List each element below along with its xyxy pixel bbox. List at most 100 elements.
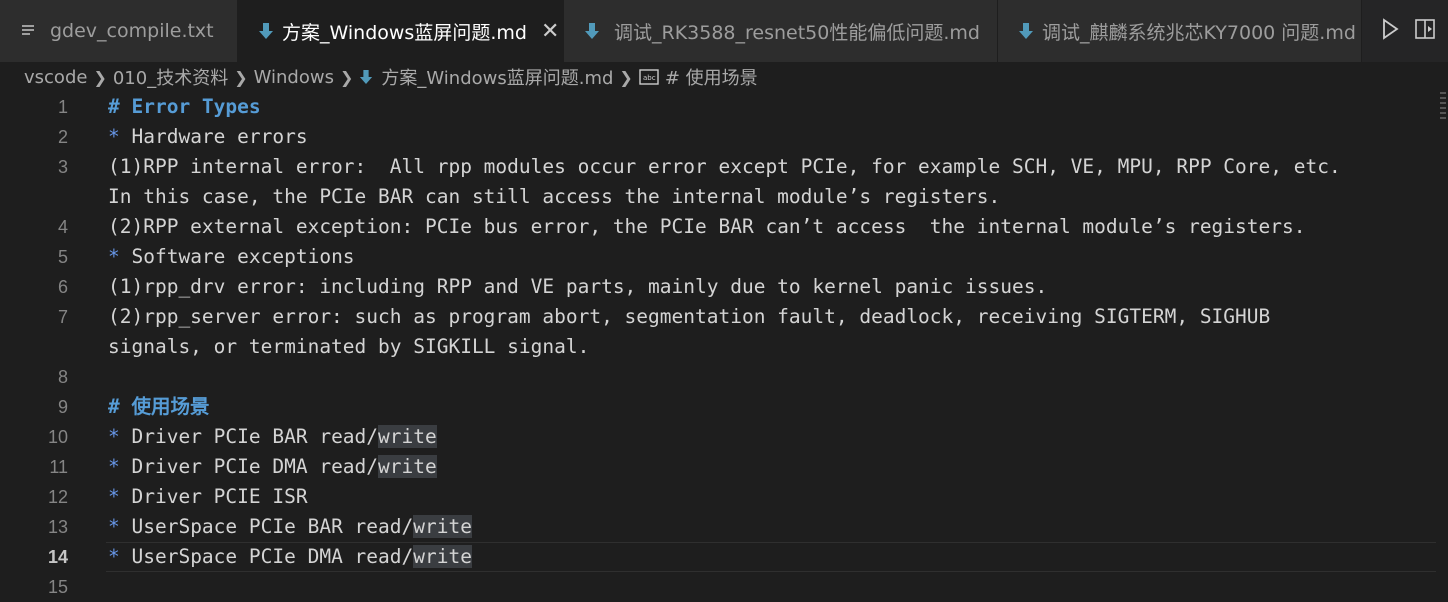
editor-actions (1366, 0, 1448, 62)
list-marker: * (108, 545, 120, 568)
word-highlight: write (413, 515, 472, 538)
code-line[interactable]: 6 (1)rpp_drv error: including RPP and VE … (0, 272, 1448, 302)
word-highlight: write (378, 425, 437, 448)
tab-rk3588[interactable]: 调试_RK3588_resnet50性能偏低问题.md (564, 0, 998, 62)
code-line[interactable]: 5 * Software exceptions (0, 242, 1448, 272)
code-line[interactable]: In this case, the PCIe BAR can still acc… (0, 182, 1448, 212)
markdown-down-arrow-icon (359, 69, 373, 85)
string-symbol-icon: abc (639, 69, 659, 85)
line-number: 8 (57, 367, 68, 387)
code-text: (1)rpp_drv error: including RPP and VE p… (108, 275, 1048, 298)
code-text: * Software exceptions (108, 242, 355, 272)
word-highlight: write (413, 545, 472, 568)
breadcrumb-file-label: 方案_Windows蓝屏问题.md (381, 68, 614, 89)
code-line[interactable]: 11 * Driver PCIe DMA read/write (0, 452, 1448, 482)
line-number: 7 (57, 307, 68, 327)
line-number (0, 332, 68, 362)
markdown-down-arrow-icon (584, 22, 606, 40)
list-item-text: Driver PCIe DMA read/ (119, 455, 379, 478)
editor[interactable]: 1 # Error Types 2 * Hardware errors 3 (1)RPP … (0, 92, 1448, 597)
code-text: In this case, the PCIe BAR can still acc… (108, 185, 1001, 208)
line-number: 12 (47, 487, 68, 507)
list-item-text: Software exceptions (119, 245, 355, 268)
line-number: 6 (57, 277, 68, 297)
line-number: 4 (57, 217, 68, 237)
code-text: * Driver PCIe BAR read/write (108, 422, 437, 452)
breadcrumb-item-symbol[interactable]: abc # 使用场景 (639, 64, 758, 90)
markdown-heading: # Error Types (108, 95, 261, 118)
line-number: 11 (49, 457, 68, 477)
code-line[interactable]: 9 # 使用场景 (0, 392, 1448, 422)
tab-label: gdev_compile.txt (50, 20, 214, 42)
breadcrumb: vscode ❯ 010_技术资料 ❯ Windows ❯ 方案_Windows… (0, 62, 1448, 92)
code-line[interactable]: 3 (1)RPP internal error: All rpp modules … (0, 152, 1448, 182)
chevron-right-icon: ❯ (339, 67, 354, 87)
scrollbar[interactable] (1440, 92, 1446, 122)
chevron-right-icon: ❯ (234, 67, 248, 87)
tab-bar: gdev_compile.txt 方案_Windows蓝屏问题.md ✕ 调试_… (0, 0, 1448, 62)
code-text: # Error Types (108, 92, 261, 122)
code-text: # 使用场景 (108, 392, 209, 422)
line-number (0, 182, 68, 212)
code-line[interactable]: 15 (0, 572, 1448, 602)
list-marker: * (108, 125, 120, 148)
code-line[interactable]: 7 (2)rpp_server error: such as program ab… (0, 302, 1448, 332)
list-marker: * (108, 485, 120, 508)
breadcrumb-item-tech-docs[interactable]: 010_技术资料 (113, 64, 228, 90)
code-line[interactable]: 10 * Driver PCIe BAR read/write (0, 422, 1448, 452)
tab-label: 方案_Windows蓝屏问题.md (282, 21, 527, 44)
lines-icon (20, 23, 42, 39)
list-marker: * (108, 245, 120, 268)
code-line[interactable]: 8 (0, 362, 1448, 392)
chevron-right-icon: ❯ (93, 67, 107, 87)
line-number: 10 (47, 427, 68, 447)
tab-windows-bsod[interactable]: 方案_Windows蓝屏问题.md ✕ (238, 0, 564, 62)
list-item-text: Driver PCIE ISR (119, 485, 308, 508)
code-text: signals, or terminated by SIGKILL signal… (108, 335, 590, 358)
code-text: * UserSpace PCIe BAR read/write (108, 512, 472, 542)
code-text: * Driver PCIE ISR (108, 482, 308, 512)
open-preview-icon[interactable] (1414, 18, 1438, 44)
tab-kylin[interactable]: 调试_麒麟系统兆芯KY7000 问题.md (998, 0, 1362, 62)
close-icon[interactable]: ✕ (541, 19, 559, 44)
list-marker: * (108, 425, 120, 448)
line-number: 1 (57, 97, 68, 117)
markdown-heading: # 使用场景 (108, 395, 210, 418)
code-line[interactable]: 4 (2)RPP external exception: PCIe bus err… (0, 212, 1448, 242)
line-number: 14 (47, 547, 68, 567)
markdown-down-arrow-icon (1018, 22, 1034, 40)
code-line[interactable]: 14 * UserSpace PCIe DMA read/write (0, 542, 1448, 572)
breadcrumb-item-windows[interactable]: Windows (254, 67, 334, 88)
code-text: (1)RPP internal error: All rpp modules o… (108, 155, 1341, 178)
code-text: (2)rpp_server error: such as program abo… (108, 305, 1271, 328)
code-text: * Driver PCIe DMA read/write (108, 452, 437, 482)
list-marker: * (108, 455, 120, 478)
code-line[interactable]: 1 # Error Types (0, 92, 1448, 122)
line-number: 3 (57, 157, 68, 177)
code-text: (2)RPP external exception: PCIe bus erro… (108, 215, 1306, 238)
markdown-down-arrow-icon (258, 22, 274, 40)
list-item-text: Driver PCIe BAR read/ (119, 425, 379, 448)
list-item-text: Hardware errors (119, 125, 308, 148)
code-text: * UserSpace PCIe DMA read/write (108, 542, 472, 572)
list-marker: * (108, 515, 120, 538)
run-icon[interactable] (1380, 18, 1400, 44)
word-highlight: write (378, 455, 437, 478)
code-line[interactable]: 2 * Hardware errors (0, 122, 1448, 152)
list-item-text: UserSpace PCIe BAR read/ (119, 515, 414, 538)
tab-label: 调试_麒麟系统兆芯KY7000 问题.md (1042, 21, 1356, 44)
tab-gdev-compile[interactable]: gdev_compile.txt (0, 0, 238, 62)
chevron-right-icon: ❯ (619, 67, 633, 87)
breadcrumb-item-file[interactable]: 方案_Windows蓝屏问题.md (359, 64, 613, 90)
svg-text:abc: abc (643, 74, 656, 82)
line-number: 9 (57, 397, 68, 417)
code-line[interactable]: signals, or terminated by SIGKILL signal… (0, 332, 1448, 362)
line-number: 5 (57, 247, 68, 267)
line-number: 13 (47, 517, 68, 537)
line-number: 2 (57, 127, 68, 147)
breadcrumb-item-vscode[interactable]: vscode (24, 67, 87, 88)
code-line[interactable]: 13 * UserSpace PCIe BAR read/write (0, 512, 1448, 542)
code-line[interactable]: 12 * Driver PCIE ISR (0, 482, 1448, 512)
code-text: * Hardware errors (108, 122, 308, 152)
list-item-text: UserSpace PCIe DMA read/ (119, 545, 414, 568)
